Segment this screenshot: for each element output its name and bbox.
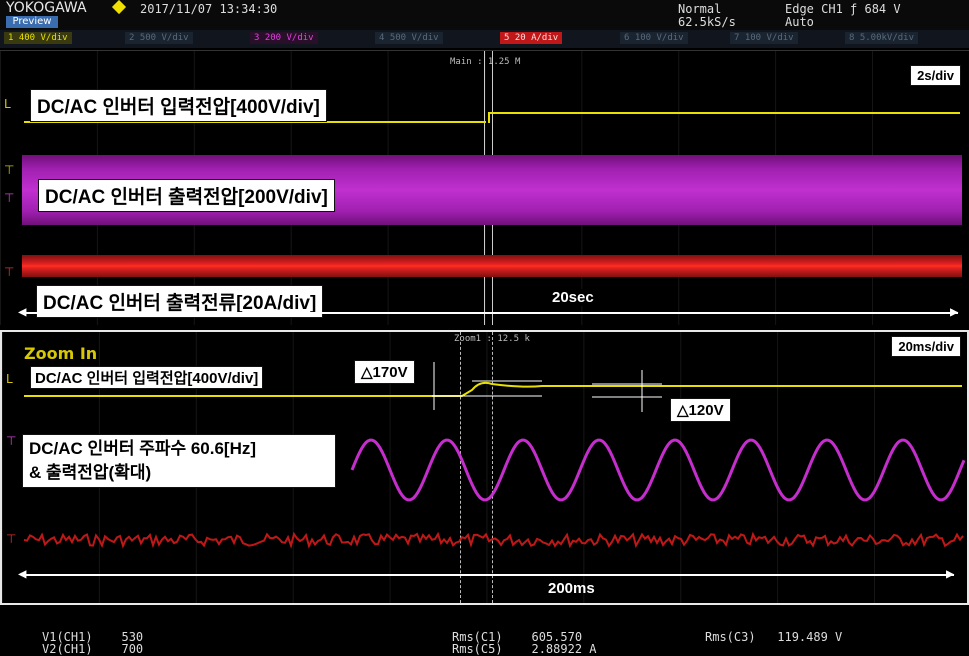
zoom-span-arrow-right-icon: ▶ [946,566,955,582]
channel-2-tab[interactable]: 2 500 V/div [125,32,193,44]
run-indicator-icon [111,0,127,15]
span-arrow [22,312,958,314]
acquisition-mode: Normal [678,2,722,16]
channel-3-tab[interactable]: 3 200 V/div [250,32,318,44]
channel-4-tab[interactable]: 4 500 V/div [375,32,443,44]
measure-rms-c3: Rms(C3) 119.489 V [705,630,843,644]
span-label: 20sec [548,289,598,306]
delta-170-label: △170V [354,360,415,384]
label-frequency-line1: DC/AC 인버터 주파수 60.6[Hz] [29,439,257,458]
span-arrow-left-icon: ◀ [18,304,27,320]
channel-8-tab[interactable]: 8 5.00kV/div [845,32,919,44]
sample-rate: 62.5kS/s [678,15,736,29]
ch5-trace-band [22,255,962,277]
label-output-voltage: DC/AC 인버터 출력전압[200V/div] [38,179,335,212]
zoom-span-arrow [24,574,954,576]
zoom-waveform-screen[interactable]: Zoom1 : 12.5 k Zoom In 20ms/div L ⊤ ⊤ DC… [0,330,969,605]
status-header: YOKOGAWA Preview 2017/11/07 13:34:30 Nor… [0,0,969,30]
delta-120-label: △120V [670,398,731,422]
trigger-mode: Auto [785,15,814,29]
label-frequency-line2: & 출력전압(확대) [29,463,152,482]
channel-1-tab[interactable]: 1 400 V/div [4,32,72,44]
preview-badge: Preview [6,16,58,28]
main-waveform-screen[interactable]: Main : 1.25 M 2s/div L ⊤ ⊤ ⊤ DC/AC 인버터 입… [0,50,969,325]
ch1-trace-after [490,112,960,114]
ch3-offset-marker-icon[interactable]: ⊤ [4,191,14,205]
span-arrow-right-icon: ▶ [950,304,959,320]
datetime: 2017/11/07 13:34:30 [140,2,278,16]
zoom-span-arrow-left-icon: ◀ [18,566,27,582]
trigger-setting: Edge CH1 ƒ 684 V [785,2,901,16]
channel-7-tab[interactable]: 7 100 V/div [730,32,798,44]
channel-bar: 1 400 V/div 2 500 V/div 3 200 V/div 4 50… [0,30,969,48]
channel-5-tab[interactable]: 5 20 A/div [500,32,563,44]
ch5-offset-marker-icon[interactable]: ⊤ [4,265,14,279]
measure-rms-c5: Rms(C5) 2.88922 A [452,642,597,656]
main-timebase: 2s/div [910,65,961,86]
label-frequency: DC/AC 인버터 주파수 60.6[Hz] & 출력전압(확대) [22,434,336,488]
ch3-level-marker-icon[interactable]: ⊤ [4,163,14,177]
measurement-footer: V1(CH1) 530 V2(CH1) 700 Rms(C1) 605.570 … [0,606,969,656]
brand-logo: YOKOGAWA [6,0,87,16]
label-input-voltage: DC/AC 인버터 입력전압[400V/div] [30,89,327,122]
zoom-label-input-voltage: DC/AC 인버터 입력전압[400V/div] [30,366,264,389]
channel-6-tab[interactable]: 6 100 V/div [620,32,688,44]
zoom-span-label: 200ms [548,580,595,597]
zoom-ch3-offset-marker-icon[interactable]: ⊤ [6,434,16,448]
ch1-level-marker-icon[interactable]: L [4,97,11,111]
main-marker: Main : 1.25 M [450,57,521,67]
zoom-ch5-offset-marker-icon[interactable]: ⊤ [6,532,16,546]
zoom-ch1-level-marker-icon[interactable]: L [6,372,13,386]
measure-v2: V2(CH1) 700 [42,642,144,656]
